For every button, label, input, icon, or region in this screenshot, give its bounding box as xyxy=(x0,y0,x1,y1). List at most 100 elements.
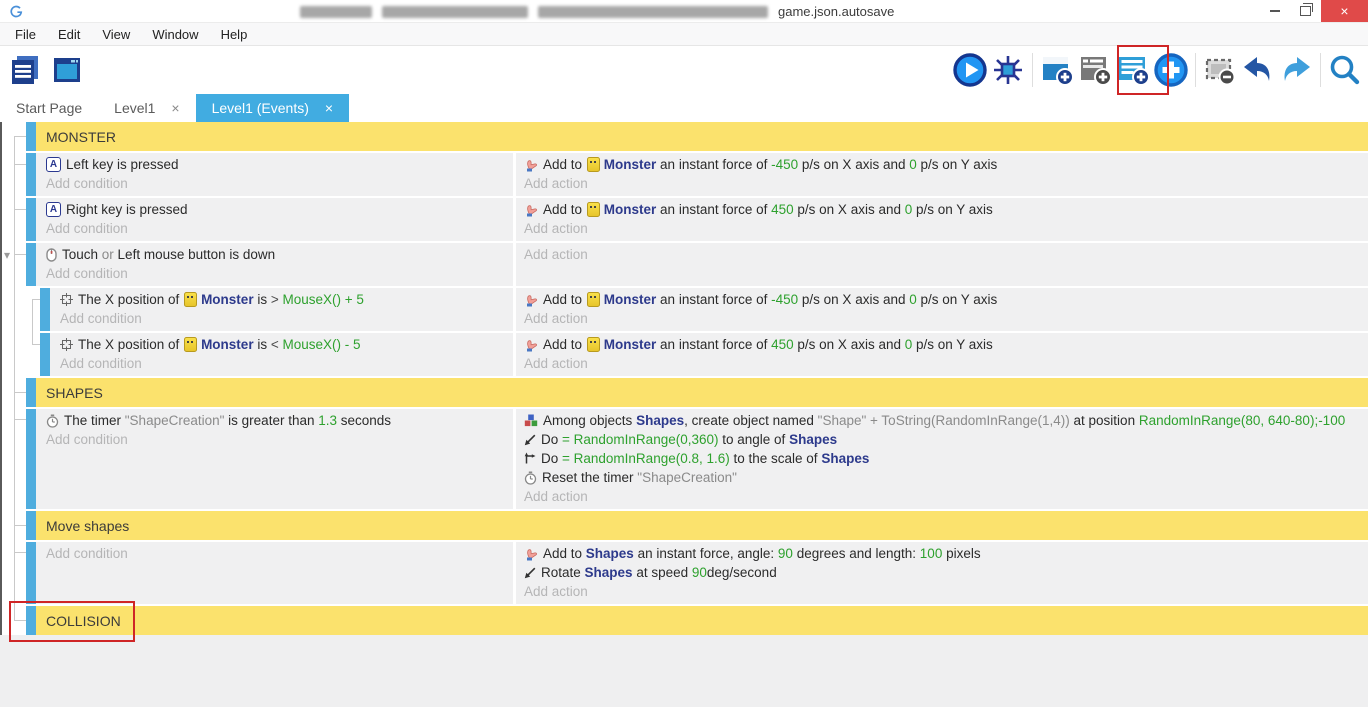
add-external-events-icon[interactable] xyxy=(1076,49,1114,91)
text-segment: Add to xyxy=(543,200,586,219)
add-action-link[interactable]: Add action xyxy=(524,487,1368,506)
action-line[interactable]: Add to Monster an instant force of -450 … xyxy=(524,155,1368,174)
text-segment: 0 xyxy=(909,290,917,309)
event-selection-bar xyxy=(26,153,36,196)
text-segment: pixels xyxy=(942,544,980,563)
menu-view[interactable]: View xyxy=(91,27,141,42)
text-segment: is xyxy=(254,290,271,309)
tab-start-page[interactable]: Start Page xyxy=(0,94,98,122)
text-segment: Monster xyxy=(604,290,657,309)
event-group-row[interactable]: MONSTER xyxy=(26,122,1368,151)
action-line[interactable]: Add to Monster an instant force of 450 p… xyxy=(524,200,1368,219)
text-segment: seconds xyxy=(337,411,391,430)
menu-file[interactable]: File xyxy=(4,27,47,42)
add-action-link[interactable]: Add action xyxy=(524,219,1368,238)
action-line[interactable]: Rotate Shapes at speed 90deg/second xyxy=(524,563,1368,582)
event-row[interactable]: The X position of Monster is > MouseX() … xyxy=(40,288,1368,331)
group-header-collision[interactable]: COLLISION xyxy=(36,606,1368,635)
group-header-shapes[interactable]: SHAPES xyxy=(36,378,1368,407)
action-line[interactable]: Among objects Shapes, create object name… xyxy=(524,411,1368,430)
text-segment: is greater than xyxy=(224,411,318,430)
add-action-link[interactable]: Add action xyxy=(524,245,1368,264)
add-condition-link[interactable]: Add condition xyxy=(60,354,513,373)
event-group-row[interactable]: COLLISION xyxy=(26,606,1368,635)
tab-close-icon[interactable]: × xyxy=(171,100,179,116)
redacted-title-segment xyxy=(538,6,768,18)
remove-instance-icon[interactable] xyxy=(1201,49,1239,91)
project-manager-icon[interactable] xyxy=(6,49,44,91)
tab-bar: Start PageLevel1×Level1 (Events)× xyxy=(0,94,1368,122)
tab-label: Start Page xyxy=(16,100,82,116)
text-segment: The X position of xyxy=(78,290,183,309)
menu-window[interactable]: Window xyxy=(141,27,209,42)
text-segment: The timer xyxy=(64,411,125,430)
add-condition-link[interactable]: Add condition xyxy=(46,430,513,449)
restore-button[interactable] xyxy=(1290,0,1321,22)
close-button[interactable]: × xyxy=(1321,0,1368,22)
text-segment: Shapes xyxy=(636,411,684,430)
add-action-link[interactable]: Add action xyxy=(524,309,1368,328)
add-action-link[interactable]: Add action xyxy=(524,582,1368,601)
group-header-move-shapes[interactable]: Move shapes xyxy=(36,511,1368,540)
event-row[interactable]: Add condition Add to Shapes an instant fo… xyxy=(26,542,1368,604)
tab-level1[interactable]: Level1 × xyxy=(98,94,195,122)
text-segment: an instant force of xyxy=(656,335,771,354)
menu-edit[interactable]: Edit xyxy=(47,27,91,42)
add-scene-icon[interactable] xyxy=(1038,49,1076,91)
window-title-text: game.json.autosave xyxy=(778,4,894,19)
event-row[interactable]: The X position of Monster is < MouseX() … xyxy=(40,333,1368,376)
condition-line[interactable]: The X position of Monster is > MouseX() … xyxy=(60,290,513,309)
add-condition-link[interactable]: Add condition xyxy=(46,544,513,563)
redo-icon[interactable] xyxy=(1277,49,1315,91)
condition-line[interactable]: The timer "ShapeCreation" is greater tha… xyxy=(46,411,513,430)
add-condition-link[interactable]: Add condition xyxy=(60,309,513,328)
conditions-column: Touch or Left mouse button is downAdd co… xyxy=(36,243,513,286)
text-segment: 0 xyxy=(909,155,917,174)
group-header-monster[interactable]: MONSTER xyxy=(36,122,1368,151)
condition-line[interactable]: The X position of Monster is < MouseX() … xyxy=(60,335,513,354)
action-line[interactable]: Do = RandomInRange(0.8, 1.6) to the scal… xyxy=(524,449,1368,468)
text-segment: MouseX() + 5 xyxy=(282,290,363,309)
action-line[interactable]: Add to Monster an instant force of 450 p… xyxy=(524,335,1368,354)
add-action-link[interactable]: Add action xyxy=(524,354,1368,373)
minimize-button[interactable] xyxy=(1259,0,1290,22)
toolbar-separator xyxy=(1195,53,1196,87)
monster-object-icon xyxy=(587,157,600,172)
condition-line[interactable]: Touch or Left mouse button is down xyxy=(46,245,513,264)
text-segment: 450 xyxy=(771,200,794,219)
redacted-title-segment xyxy=(300,6,372,18)
action-line[interactable]: Add to Shapes an instant force, angle: 9… xyxy=(524,544,1368,563)
event-row[interactable]: Touch or Left mouse button is downAdd co… xyxy=(26,243,1368,286)
add-condition-link[interactable]: Add condition xyxy=(46,219,513,238)
keyboard-key-icon: A xyxy=(46,157,61,172)
event-row[interactable]: The timer "ShapeCreation" is greater tha… xyxy=(26,409,1368,509)
search-icon[interactable] xyxy=(1326,49,1364,91)
actions-column: Add to Shapes an instant force, angle: 9… xyxy=(516,542,1368,604)
undo-icon[interactable] xyxy=(1239,49,1277,91)
monster-object-icon xyxy=(587,202,600,217)
condition-line[interactable]: ALeft key is pressed xyxy=(46,155,513,174)
action-line[interactable]: Add to Monster an instant force of -450 … xyxy=(524,290,1368,309)
condition-line[interactable]: ARight key is pressed xyxy=(46,200,513,219)
play-icon[interactable] xyxy=(951,49,989,91)
tab-label: Level1 xyxy=(114,100,155,116)
add-action-link[interactable]: Add action xyxy=(524,174,1368,193)
force-icon xyxy=(524,203,538,217)
tab-level1-events[interactable]: Level1 (Events)× xyxy=(196,94,349,122)
debug-icon[interactable] xyxy=(989,49,1027,91)
text-segment: "ShapeCreation" xyxy=(125,411,225,430)
event-row[interactable]: ALeft key is pressedAdd condition Add to … xyxy=(26,153,1368,196)
add-condition-link[interactable]: Add condition xyxy=(46,264,513,283)
text-segment: 1.3 xyxy=(318,411,337,430)
action-line[interactable]: Do = RandomInRange(0,360) to angle of Sh… xyxy=(524,430,1368,449)
event-row[interactable]: ARight key is pressedAdd condition Add to… xyxy=(26,198,1368,241)
collapse-arrow-icon[interactable]: ▾ xyxy=(4,248,10,262)
menu-help[interactable]: Help xyxy=(210,27,259,42)
event-group-row[interactable]: SHAPES xyxy=(26,378,1368,407)
add-condition-link[interactable]: Add condition xyxy=(46,174,513,193)
event-group-row[interactable]: Move shapes xyxy=(26,511,1368,540)
event-selection-bar xyxy=(26,511,36,540)
scene-editor-icon[interactable] xyxy=(48,49,86,91)
tab-close-icon[interactable]: × xyxy=(325,100,333,116)
action-line[interactable]: Reset the timer "ShapeCreation" xyxy=(524,468,1368,487)
